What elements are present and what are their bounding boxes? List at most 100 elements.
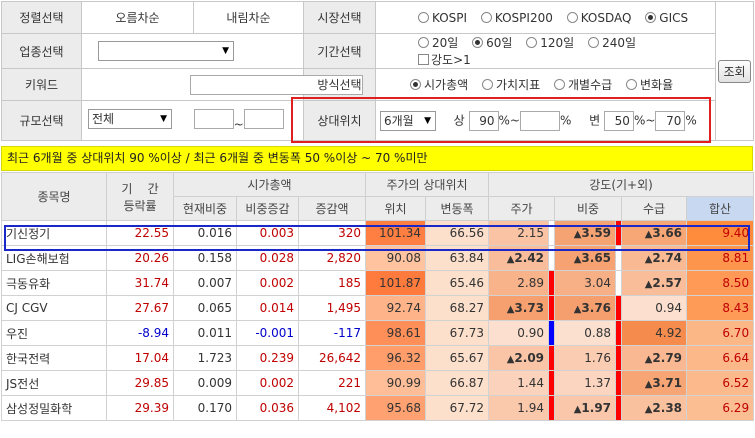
change-to-input[interactable]: 70 <box>655 110 686 131</box>
position-cell: 98.61 <box>365 320 426 346</box>
mcap-amt-chg-cell: 2,820 <box>298 245 366 271</box>
stock-name-link[interactable]: 삼성정밀화학 <box>1 395 107 421</box>
relpos-period-select[interactable]: 6개월 ▼ <box>380 110 436 131</box>
col-group-strength: 강도(기+외) <box>488 172 755 197</box>
mcap-ratio-chg-cell: 0.028 <box>236 245 299 271</box>
period-option-60[interactable]: 60일 <box>472 34 512 51</box>
total-strength-cell: 9.40 <box>686 220 755 246</box>
col-header-period-return[interactable]: 기 간 등락률 <box>106 172 174 221</box>
weight-strength-cell: 1.37 <box>554 370 617 396</box>
industry-select[interactable]: ▼ <box>98 41 234 61</box>
total-strength-cell: 8.81 <box>686 245 755 271</box>
total-strength-cell: 6.70 <box>686 320 755 346</box>
flow-strength-cell: 2.38 <box>621 395 688 421</box>
mcap-ratio-cell: 0.016 <box>173 220 237 246</box>
flow-strength-cell: 2.57 <box>621 270 688 296</box>
period-return-cell: 17.04 <box>106 345 174 371</box>
col-header-range[interactable]: 변동폭 <box>424 196 490 221</box>
dropdown-arrow-icon: ▼ <box>222 46 229 56</box>
market-option-gics[interactable]: GICS <box>645 11 688 25</box>
mcap-ratio-chg-cell: 0.002 <box>236 270 299 296</box>
table-row[interactable]: LIG손해보험20.260.1580.0282,82090.0863.842.4… <box>1 245 755 271</box>
col-header-price[interactable]: 주가 <box>488 196 556 221</box>
period-return-cell: -8.94 <box>106 320 174 346</box>
total-strength-cell: 8.50 <box>686 270 755 296</box>
filter-summary: 최근 6개월 중 상대위치 90 %이상 / 최근 6개월 중 변동폭 50 %… <box>1 146 753 171</box>
market-option-kosdaq[interactable]: KOSDAQ <box>566 11 631 25</box>
position-cell: 95.68 <box>365 395 426 421</box>
period-return-cell: 22.55 <box>106 220 174 246</box>
period-option-20[interactable]: 20일 <box>418 34 458 51</box>
radio-selected-icon <box>410 79 421 90</box>
position-cell: 90.08 <box>365 245 426 271</box>
col-header-mcap-ratio-chg[interactable]: 비중증감 <box>236 196 299 221</box>
price-strength-cell: 2.89 <box>488 270 550 296</box>
market-option-kospi[interactable]: KOSPI <box>418 11 467 25</box>
col-group-relpos: 주가의 상대위치 <box>364 172 490 197</box>
col-header-mcap-ratio[interactable]: 현재비중 <box>173 196 237 221</box>
stock-name-link[interactable]: 우진 <box>1 320 107 346</box>
checkbox-icon <box>418 54 429 65</box>
weight-strength-cell: 0.88 <box>554 320 617 346</box>
table-row[interactable]: 기신정기22.550.0160.003320101.3466.562.153.5… <box>1 220 755 246</box>
table-row[interactable]: JS전선 29.85 0.009 0.002 221 90.99 66.87 1.44 1.37… <box>1 370 755 396</box>
stock-name-link[interactable]: 극동유화 <box>1 270 107 296</box>
table-row[interactable]: 극동유화 31.74 0.007 0.002 185 101.87 65.46 2.89 3.0… <box>1 270 755 296</box>
range-cell: 68.27 <box>424 295 490 321</box>
mcap-ratio-chg-cell: -0.001 <box>236 320 299 346</box>
sort-descending-option[interactable]: 내림차순 <box>193 1 304 34</box>
mcap-ratio-chg-cell: 0.002 <box>236 370 299 396</box>
position-cell: 90.99 <box>365 370 426 396</box>
stock-name-link[interactable]: CJ CGV <box>1 295 107 321</box>
mcap-ratio-chg-cell: 0.036 <box>236 395 299 421</box>
range-cell: 65.67 <box>424 345 490 371</box>
position-cell: 101.87 <box>365 270 426 296</box>
table-row[interactable]: 우진 -8.94 0.011 -0.001 -117 98.61 67.73 0.90 0.88… <box>1 320 755 346</box>
method-option-flow[interactable]: 개별수급 <box>554 76 612 93</box>
weight-strength-cell: 3.65 <box>554 245 617 271</box>
change-pct-label-2: % <box>685 113 697 127</box>
dropdown-arrow-icon: ▼ <box>424 115 431 126</box>
method-option-mcap[interactable]: 시가총액 <box>410 76 468 93</box>
col-header-total[interactable]: 합산 <box>686 196 755 221</box>
method-option-value[interactable]: 가치지표 <box>482 76 540 93</box>
table-row[interactable]: 삼성정밀화학 29.39 0.170 0.036 4,102 95.68 67.72 1.94… <box>1 395 755 421</box>
stock-name-link[interactable]: LIG손해보험 <box>1 245 107 271</box>
change-from-input[interactable]: 50 <box>603 110 634 131</box>
stock-name-link[interactable]: JS전선 <box>1 370 107 396</box>
range-cell: 67.73 <box>424 320 490 346</box>
size-select[interactable]: 전체 ▼ <box>88 109 172 130</box>
market-option-kospi200[interactable]: KOSPI200 <box>480 11 553 25</box>
total-strength-cell: 8.43 <box>686 295 755 321</box>
strength-checkbox[interactable]: 강도>1 <box>418 51 471 68</box>
keyword-cell <box>81 68 363 101</box>
change-pct-label: %~ <box>633 113 656 127</box>
upper-to-input[interactable] <box>520 110 560 131</box>
size-from-input[interactable] <box>193 109 234 130</box>
period-option-120[interactable]: 120일 <box>526 34 574 51</box>
size-to-input[interactable] <box>243 109 284 130</box>
upper-from-input[interactable]: 90 <box>468 110 499 131</box>
search-button[interactable]: 조회 <box>718 59 751 83</box>
col-header-flow[interactable]: 수급 <box>621 196 688 221</box>
results-table: 종목명 기 간 등락률 시가총액 주가의 상대위치 강도(기+외) 현재비중 비중… <box>1 172 755 421</box>
period-option-240[interactable]: 240일 <box>588 34 636 51</box>
weight-strength-cell: 3.04 <box>554 270 617 296</box>
size-label: 규모선택 <box>1 100 82 141</box>
table-row[interactable]: 한국전력17.041.7230.23926,64296.3265.672.091… <box>1 345 755 371</box>
relpos-cell: 6개월 ▼ 상 90 %~% 변 50 %~ 70% <box>375 100 716 141</box>
method-option-change[interactable]: 변화율 <box>626 76 673 93</box>
stock-name-link[interactable]: 기신정기 <box>1 220 107 246</box>
col-header-name[interactable]: 종목명 <box>1 172 107 221</box>
range-cell: 63.84 <box>424 245 490 271</box>
col-header-mcap-amt-chg[interactable]: 증감액 <box>298 196 366 221</box>
table-row[interactable]: CJ CGV27.670.0650.0141,49592.7468.273.73… <box>1 295 755 321</box>
radio-icon <box>482 79 493 90</box>
col-header-position[interactable]: 위치 <box>365 196 426 221</box>
sort-ascending-option[interactable]: 오름차순 <box>81 1 194 34</box>
stock-name-link[interactable]: 한국전력 <box>1 345 107 371</box>
col-header-weight[interactable]: 비중 <box>554 196 623 221</box>
size-tilde: ~ <box>233 117 244 132</box>
weight-strength-cell: 1.97 <box>554 395 617 421</box>
dropdown-arrow-icon: ▼ <box>160 114 167 125</box>
